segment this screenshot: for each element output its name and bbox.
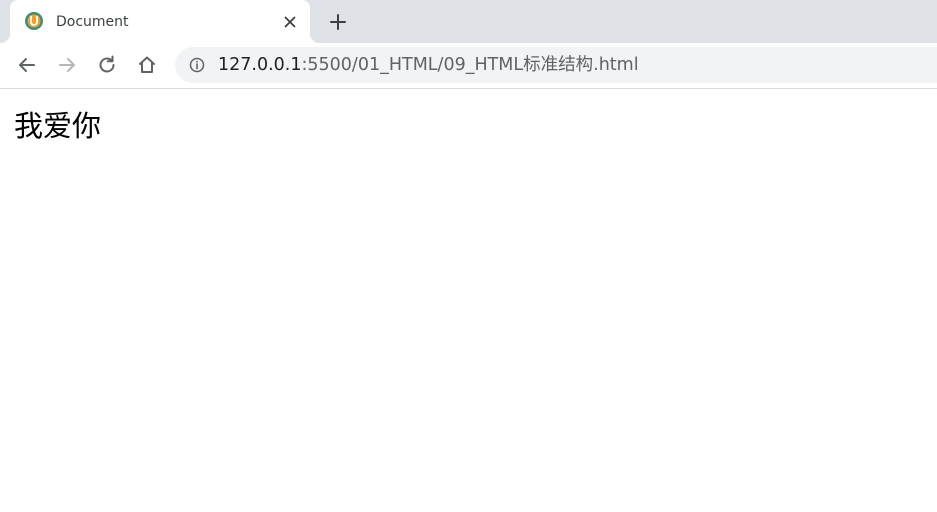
url-host: 127.0.0.1 (218, 55, 302, 75)
home-icon[interactable] (135, 53, 159, 77)
new-tab-button[interactable] (326, 10, 350, 34)
page-content: 我爱你 (0, 89, 937, 512)
url-path: :5500/01_HTML/09_HTML标准结构.html (301, 55, 639, 75)
page-body-text: 我爱你 (14, 109, 102, 143)
info-icon[interactable] (189, 57, 205, 73)
arrow-left-icon[interactable] (15, 53, 39, 77)
arrow-right-icon[interactable] (55, 53, 79, 77)
address-bar[interactable]: 127.0.0.1:5500/01_HTML/09_HTML标准结构.html (175, 47, 937, 83)
url-text[interactable]: 127.0.0.1:5500/01_HTML/09_HTML标准结构.html (218, 55, 639, 75)
reload-icon[interactable] (95, 53, 119, 77)
tab-title: Document (56, 14, 129, 30)
tab-strip: Document (0, 0, 937, 43)
tab-document[interactable]: Document (0, 0, 320, 43)
browser-toolbar: 127.0.0.1:5500/01_HTML/09_HTML标准结构.html (0, 43, 937, 89)
live-server-icon (25, 12, 43, 30)
close-icon[interactable] (280, 12, 300, 32)
